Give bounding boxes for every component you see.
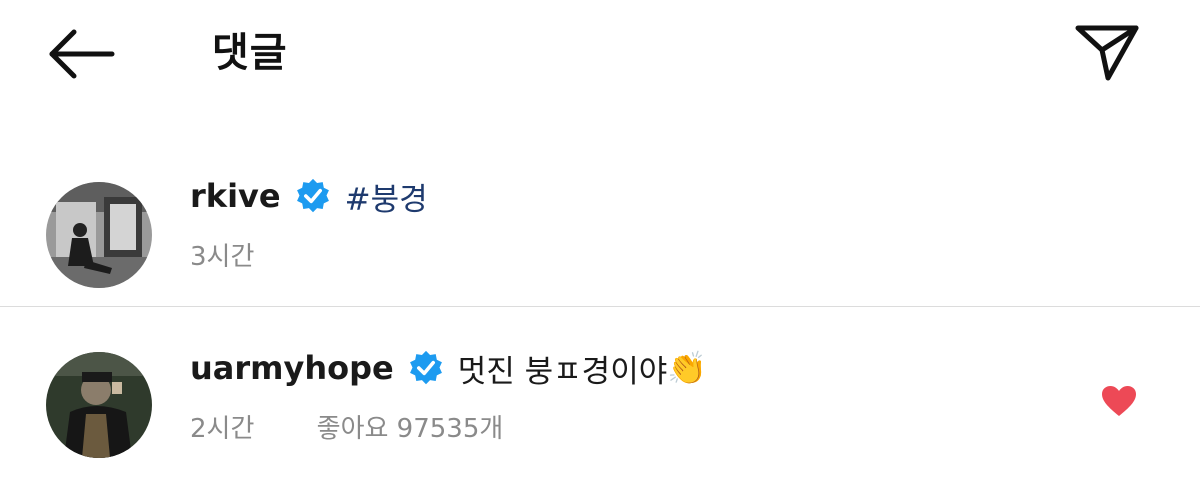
username[interactable]: uarmyhope bbox=[190, 349, 394, 387]
clapping-hands-icon: 👏 bbox=[667, 349, 708, 387]
share-button[interactable] bbox=[1072, 20, 1142, 86]
arrow-left-icon bbox=[49, 29, 115, 79]
paper-plane-icon bbox=[1075, 25, 1139, 81]
comment-meta: 3시간 bbox=[190, 236, 254, 273]
hashtag-link[interactable]: #붕경 bbox=[345, 174, 428, 219]
timestamp: 3시간 bbox=[190, 242, 255, 272]
comment-meta: 2시간 좋아요 97535개 bbox=[190, 408, 503, 445]
page-title: 댓글 bbox=[212, 30, 288, 76]
comment-header: rkive #붕경 bbox=[190, 174, 428, 218]
likes-count[interactable]: 좋아요 97535개 bbox=[317, 408, 504, 445]
verified-badge-icon bbox=[409, 350, 442, 385]
avatar[interactable] bbox=[46, 352, 152, 458]
top-bar: 댓글 bbox=[0, 0, 1200, 110]
avatar-photo bbox=[46, 182, 152, 288]
avatar[interactable] bbox=[46, 182, 152, 288]
avatar-photo bbox=[46, 352, 152, 458]
divider bbox=[0, 306, 1200, 307]
timestamp: 2시간 bbox=[190, 414, 255, 444]
username[interactable]: rkive bbox=[190, 177, 281, 215]
verified-badge-icon bbox=[296, 178, 329, 213]
heart-icon[interactable] bbox=[1100, 384, 1138, 418]
comment-header: uarmyhope 멋진 붕ㅍ경이야 👏 bbox=[190, 346, 707, 390]
comment-text: 멋진 붕ㅍ경이야 bbox=[457, 353, 668, 390]
back-button[interactable] bbox=[44, 24, 118, 84]
